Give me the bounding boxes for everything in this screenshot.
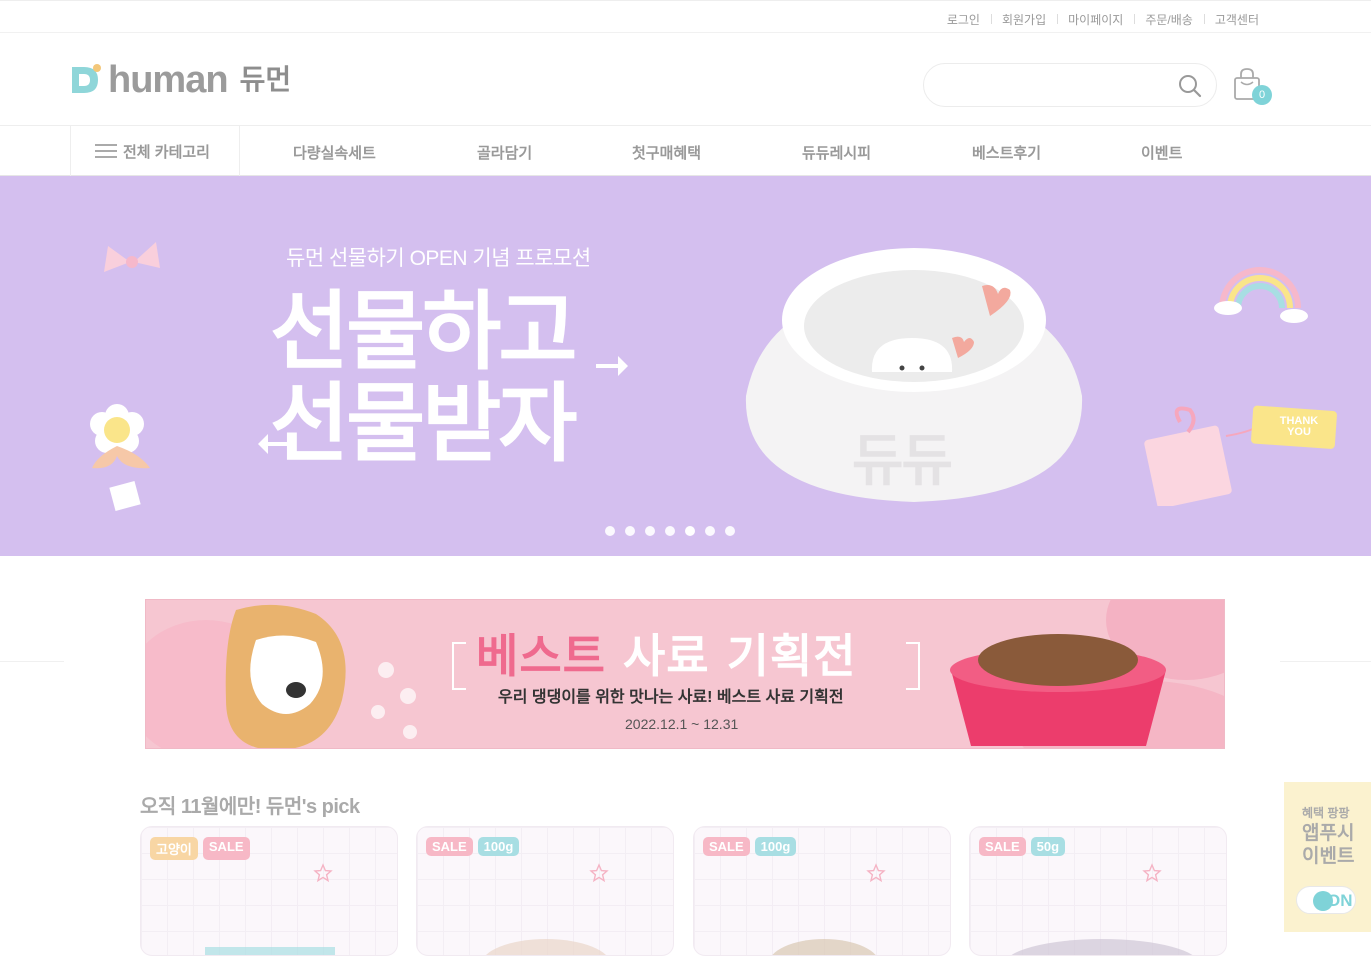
app-push-line-2: 앱푸시 이벤트 (1302, 823, 1355, 867)
logo-mark-icon (68, 63, 104, 97)
product-thumbnail[interactable] (205, 947, 335, 955)
hero-title: 선물하고 선물받자 (270, 282, 577, 474)
hamburger-menu-icon (95, 143, 117, 159)
rainbow-icon (1214, 267, 1308, 323)
nav-item-event[interactable]: 이벤트 (1141, 142, 1182, 163)
slider-dot-3[interactable] (645, 526, 655, 536)
promo-title: 베스트 사료 기획전 (476, 620, 857, 686)
slider-dot-4[interactable] (665, 526, 675, 536)
nav-item-bulk-set[interactable]: 다량실속세트 (293, 142, 376, 163)
app-push-line-1: 혜택 팡팡 (1302, 806, 1350, 820)
product-card[interactable]: SALE 100g (693, 826, 951, 956)
cart-button[interactable]: 0 (1232, 67, 1274, 107)
order-delivery-link[interactable]: 주문/배송 (1134, 11, 1204, 28)
top-utility-bar: 로그인 회원가입 마이페이지 주문/배송 고객센터 (0, 0, 1371, 33)
bow-ribbon-icon (104, 242, 160, 272)
badge-sale: SALE (979, 837, 1026, 856)
product-card[interactable]: SALE 50g (969, 826, 1227, 956)
badge-weight: 100g (477, 837, 520, 856)
slider-pagination (605, 526, 745, 536)
badge-sale: SALE (426, 837, 473, 856)
slider-dot-5[interactable] (685, 526, 695, 536)
promo-subtitle: 우리 댕댕이를 위한 맛나는 사료! 베스트 사료 기획전 (498, 689, 844, 706)
badge-cat: 고양이 (150, 837, 198, 860)
app-push-event-floating-banner[interactable]: 혜택 팡팡 앱푸시 이벤트 ON (1284, 782, 1371, 932)
logo-korean-text: 듀먼 (239, 64, 292, 95)
wishlist-star-icon[interactable] (589, 863, 609, 883)
promo-title-highlight: 베스트 (476, 629, 606, 683)
search-icon[interactable] (1178, 74, 1202, 98)
nav-item-pick-and-choose[interactable]: 골라담기 (477, 142, 532, 163)
flower-pot-icon (90, 404, 150, 511)
search-input[interactable] (942, 64, 1182, 106)
utility-links: 로그인 회원가입 마이페이지 주문/배송 고객센터 (936, 11, 1259, 28)
signup-link[interactable]: 회원가입 (990, 11, 1057, 28)
wishlist-star-icon[interactable] (313, 863, 333, 883)
toggle-label: ON (1327, 891, 1353, 910)
product-card[interactable]: 고양이 SALE (140, 826, 398, 956)
arrow-left-icon (258, 434, 290, 454)
slider-dot-1[interactable] (605, 526, 615, 536)
nav-item-recipe[interactable]: 듀듀레시피 (802, 142, 871, 163)
customer-center-link[interactable]: 고객센터 (1203, 11, 1259, 28)
product-badges: SALE 100g (703, 837, 801, 856)
product-badges: 고양이 SALE (150, 837, 255, 860)
all-category-button[interactable]: 전체 카테고리 (70, 126, 240, 176)
slider-dot-2[interactable] (625, 526, 635, 536)
hero-title-line-1: 선물하고 (270, 282, 577, 382)
product-badges: SALE 50g (979, 837, 1070, 856)
divider (1280, 661, 1371, 662)
nav-item-first-purchase[interactable]: 첫구매혜택 (632, 142, 701, 163)
badge-weight: 50g (1030, 837, 1066, 856)
hero-title-line-2: 선물받자 (270, 374, 577, 474)
bracket-right (906, 642, 920, 690)
thank-you-tag-text: THANK YOU (1279, 415, 1319, 438)
logo-text: human (108, 59, 229, 101)
slider-dot-7[interactable] (725, 526, 735, 536)
nav-item-best-review[interactable]: 베스트후기 (972, 142, 1041, 163)
push-toggle[interactable]: ON (1296, 886, 1356, 914)
arrow-right-icon (596, 356, 628, 376)
promo-date: 2022.12.1 ~ 12.31 (625, 716, 739, 732)
badge-weight: 100g (754, 837, 797, 856)
hero-banner[interactable]: THANK YOU 듀듀 듀먼 선물하기 OPEN 기념 프로모션 선물하고 선물… (0, 176, 1371, 556)
main-nav: 전체 카테고리 다량실속세트 골라담기 첫구매혜택 듀듀레시피 베스트후기 이벤… (0, 126, 1371, 176)
picks-section-title: 오직 11월에만! 듀먼's pick (140, 796, 360, 818)
bowl-text: 듀듀 (852, 429, 953, 494)
hero-subtitle: 듀먼 선물하기 OPEN 기념 프로모션 (286, 247, 591, 270)
wishlist-star-icon[interactable] (1142, 863, 1162, 883)
badge-sale: SALE (202, 837, 250, 860)
login-link[interactable]: 로그인 (936, 11, 991, 28)
search-box (923, 63, 1217, 107)
bracket-left (452, 642, 466, 690)
product-badges: SALE 100g (426, 837, 524, 856)
site-header: human 듀먼 0 (0, 33, 1371, 126)
cart-count-badge: 0 (1252, 85, 1272, 105)
logo[interactable]: human 듀먼 (68, 61, 291, 99)
best-food-promo-banner[interactable]: 베스트 사료 기획전 우리 댕댕이를 위한 맛나는 사료! 베스트 사료 기획전… (145, 599, 1225, 749)
badge-sale: SALE (703, 837, 750, 856)
mypage-link[interactable]: 마이페이지 (1057, 11, 1134, 28)
all-category-label: 전체 카테고리 (123, 143, 210, 161)
divider (0, 661, 64, 662)
promo-title-rest: 사료 기획전 (622, 629, 857, 683)
wishlist-star-icon[interactable] (866, 863, 886, 883)
product-card[interactable]: SALE 100g (416, 826, 674, 956)
slider-dot-6[interactable] (705, 526, 715, 536)
